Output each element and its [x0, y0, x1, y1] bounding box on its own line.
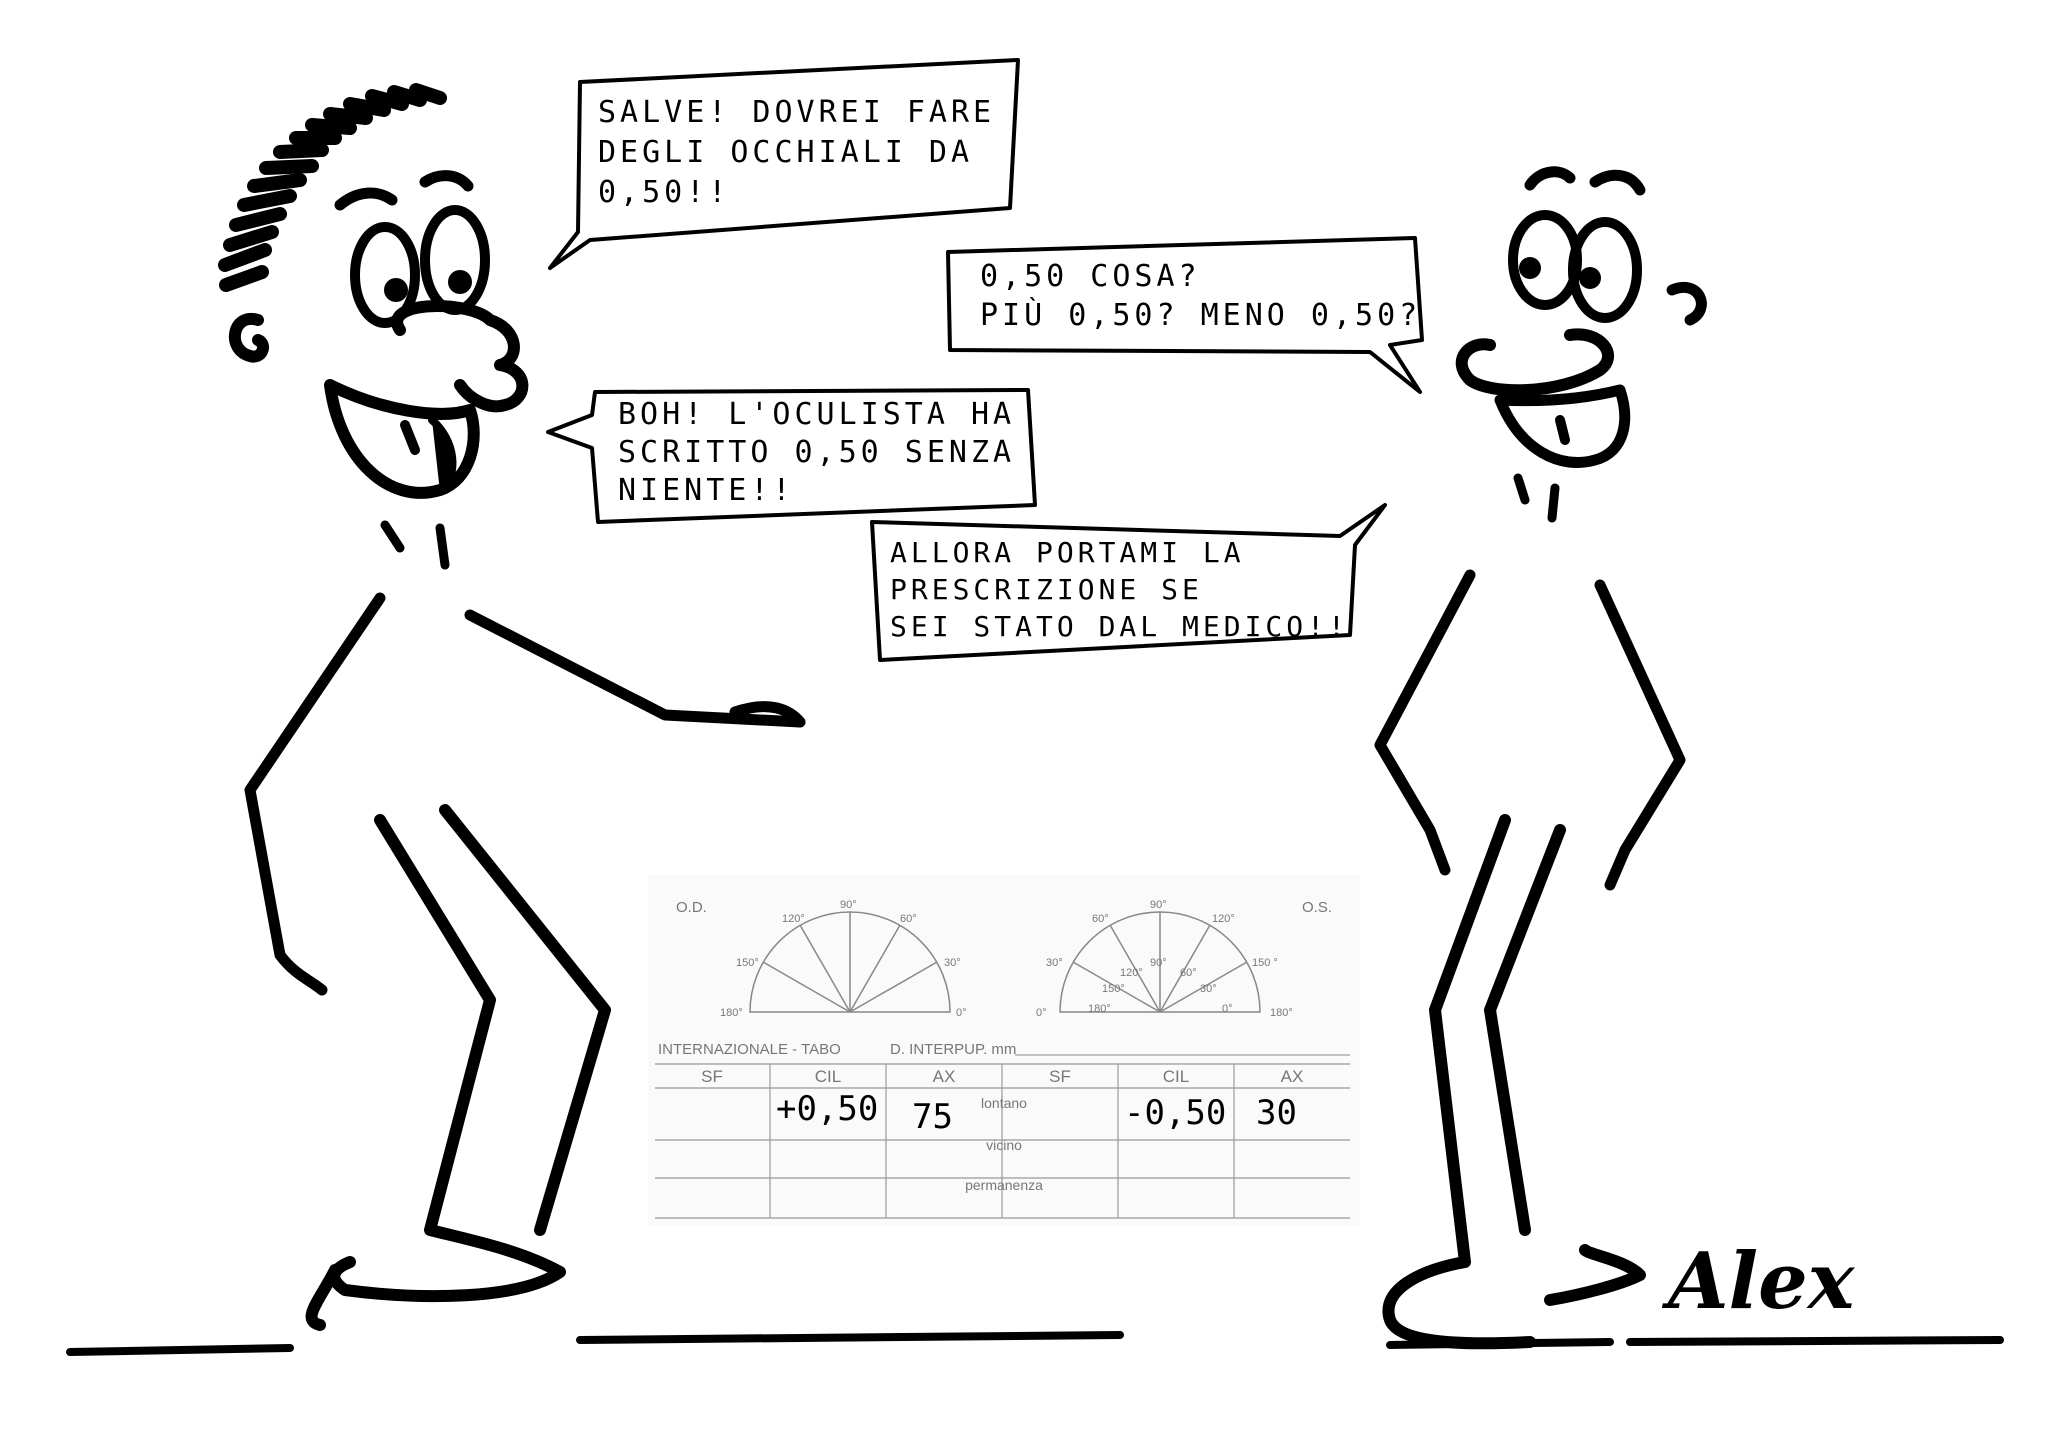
- speech-bubble-3: BOH! L'OCULISTA HA SCRITTO 0,50 SENZA NI…: [546, 388, 1037, 524]
- od-label: O.D.: [676, 899, 707, 916]
- os-tick-outer-60: 60°: [1092, 913, 1109, 925]
- os-tick-outer-0: 0°: [1036, 1007, 1047, 1019]
- od-ax-value: 75: [912, 1097, 953, 1137]
- header-od-sf: SF: [701, 1067, 723, 1086]
- od-tick-60: 60°: [900, 913, 917, 925]
- prescription-card: O.D. O.S. 120° 90° 60° 150° 30° 180° 0° …: [648, 875, 1360, 1225]
- os-tick-outer-90: 90°: [1150, 899, 1167, 911]
- os-tick-inner-0: 0°: [1222, 1003, 1233, 1015]
- row-label-lontano: lontano: [981, 1095, 1027, 1111]
- os-tick-inner-90: 90°: [1150, 957, 1167, 969]
- od-tick-90: 90°: [840, 899, 857, 911]
- od-cil-value: +0,50: [776, 1089, 878, 1129]
- system-label: INTERNAZIONALE - TABO: [658, 1041, 841, 1058]
- os-cil-value: -0,50: [1124, 1093, 1226, 1133]
- od-tick-180: 180°: [720, 1007, 743, 1019]
- header-od-ax: AX: [933, 1067, 956, 1086]
- bubble-4-line-1: ALLORA PORTAMI LA: [890, 536, 1245, 569]
- bubble-1-line-1: SALVE! DOVREI FARE: [598, 95, 995, 130]
- signature-text: Alex: [1661, 1236, 1856, 1327]
- os-tick-outer-30: 30°: [1046, 957, 1063, 969]
- artist-signature: Alex: [1661, 1236, 1856, 1327]
- od-tick-0: 0°: [956, 1007, 967, 1019]
- bubble-2-line-2: PIÙ 0,50? MENO 0,50?: [980, 296, 1421, 333]
- os-tick-inner-120: 120°: [1120, 967, 1143, 979]
- bubble-4-line-3: SEI STATO DAL MEDICO!!: [890, 610, 1349, 643]
- header-os-ax: AX: [1281, 1067, 1304, 1086]
- os-tick-inner-60: 60°: [1180, 967, 1197, 979]
- bubble-3-line-2: SCRITTO 0,50 SENZA: [618, 435, 1015, 470]
- row-label-permanenza: permanenza: [965, 1177, 1043, 1193]
- bubble-3-line-3: NIENTE!!: [618, 473, 795, 508]
- os-tick-inner-180: 180°: [1088, 1003, 1111, 1015]
- od-tick-30: 30°: [944, 957, 961, 969]
- header-od-cil: CIL: [815, 1067, 841, 1086]
- header-os-cil: CIL: [1163, 1067, 1189, 1086]
- os-label: O.S.: [1302, 899, 1332, 916]
- os-tick-inner-30: 30°: [1200, 983, 1217, 995]
- interpup-label: D. INTERPUP. mm: [890, 1041, 1016, 1058]
- od-tick-120: 120°: [782, 913, 805, 925]
- bubble-2-line-1: 0,50 COSA?: [980, 259, 1201, 294]
- os-ax-value: 30: [1256, 1093, 1297, 1133]
- bubble-4-line-2: PRESCRIZIONE SE: [890, 573, 1203, 606]
- os-tick-outer-150: 150 °: [1252, 957, 1278, 969]
- od-tick-150: 150°: [736, 957, 759, 969]
- header-os-sf: SF: [1049, 1067, 1071, 1086]
- comic-canvas: SALVE! DOVREI FARE DEGLI OCCHIALI DA 0,5…: [0, 0, 2048, 1447]
- os-tick-outer-120: 120°: [1212, 913, 1235, 925]
- bubble-1-line-2: DEGLI OCCHIALI DA: [598, 135, 973, 170]
- os-tick-inner-150: 150°: [1102, 983, 1125, 995]
- os-tick-outer-180: 180°: [1270, 1007, 1293, 1019]
- bubble-1-line-3: 0,50!!: [598, 175, 730, 210]
- bubble-3-line-1: BOH! L'OCULISTA HA: [618, 397, 1015, 432]
- row-label-vicino: vicino: [986, 1137, 1022, 1153]
